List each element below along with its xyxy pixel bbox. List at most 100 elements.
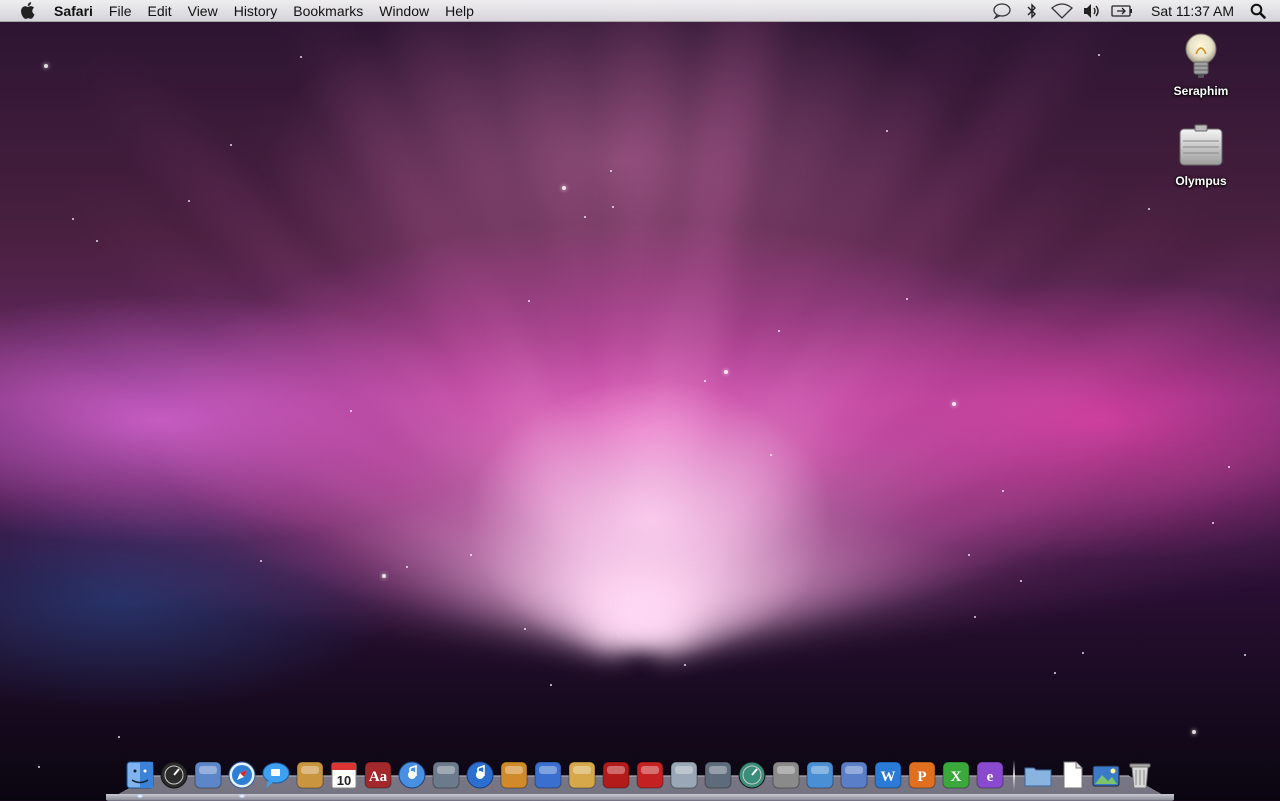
dock-item-garageband[interactable] bbox=[498, 758, 530, 792]
svg-text:Aa: Aa bbox=[369, 769, 388, 785]
dock-item-trash[interactable] bbox=[1124, 758, 1156, 792]
dock-item-front-row[interactable] bbox=[600, 758, 632, 792]
svg-text:e: e bbox=[987, 769, 994, 785]
dock-item-mail[interactable] bbox=[192, 758, 224, 792]
menu-file[interactable]: File bbox=[101, 0, 140, 22]
star bbox=[1192, 730, 1196, 734]
star bbox=[770, 454, 772, 456]
iweb-icon bbox=[566, 759, 598, 791]
front-row-icon bbox=[600, 759, 632, 791]
dock-item-dashboard[interactable] bbox=[158, 758, 190, 792]
garageband-icon bbox=[498, 759, 530, 791]
menu-app-name[interactable]: Safari bbox=[46, 0, 101, 22]
star bbox=[1002, 490, 1004, 492]
volume-icon[interactable] bbox=[1081, 0, 1103, 22]
dock-separator[interactable] bbox=[1013, 760, 1015, 790]
star bbox=[188, 200, 190, 202]
speech-bubble-icon[interactable] bbox=[991, 0, 1013, 22]
star bbox=[610, 170, 612, 172]
dock-item-imovie[interactable] bbox=[532, 758, 564, 792]
entourage-icon: e bbox=[974, 759, 1006, 791]
dock-item-pen-tool[interactable] bbox=[838, 758, 870, 792]
dock-item-address-book[interactable] bbox=[294, 758, 326, 792]
star bbox=[528, 300, 530, 302]
dock-item-excel[interactable]: X bbox=[940, 758, 972, 792]
dock: 10 Aa W P Xe bbox=[124, 752, 1164, 792]
pictures-icon bbox=[1090, 759, 1122, 791]
itunes-icon bbox=[396, 759, 428, 791]
ichat-icon bbox=[260, 759, 292, 791]
dock-item-ichat[interactable] bbox=[260, 758, 292, 792]
bluetooth-icon[interactable] bbox=[1021, 0, 1043, 22]
dock-item-chair-app[interactable] bbox=[634, 758, 666, 792]
dock-item-preview[interactable] bbox=[668, 758, 700, 792]
dock-item-spaces[interactable] bbox=[702, 758, 734, 792]
star bbox=[38, 766, 40, 768]
star bbox=[350, 410, 352, 412]
dock-item-iweb[interactable] bbox=[566, 758, 598, 792]
dock-item-applications[interactable] bbox=[1022, 758, 1054, 792]
dock-item-word[interactable]: W bbox=[872, 758, 904, 792]
script-icon bbox=[804, 759, 836, 791]
dock-item-documents[interactable] bbox=[1056, 758, 1088, 792]
menu-bar: Safari File Edit View History Bookmarks … bbox=[0, 0, 1280, 22]
menu-edit[interactable]: Edit bbox=[139, 0, 179, 22]
spotlight-search-icon[interactable] bbox=[1246, 0, 1270, 22]
spaces-icon bbox=[702, 759, 734, 791]
menu-window[interactable]: Window bbox=[371, 0, 437, 22]
pen-tool-icon bbox=[838, 759, 870, 791]
star bbox=[952, 402, 956, 406]
dock-item-idvd[interactable] bbox=[464, 758, 496, 792]
menu-bookmarks[interactable]: Bookmarks bbox=[285, 0, 371, 22]
hard-drive-icon bbox=[1175, 120, 1227, 172]
dock-item-itunes[interactable] bbox=[396, 758, 428, 792]
battery-icon[interactable] bbox=[1111, 0, 1133, 22]
idvd-icon bbox=[464, 759, 496, 791]
star bbox=[230, 144, 232, 146]
dock-shelf-edge bbox=[106, 794, 1174, 800]
star bbox=[550, 684, 552, 686]
iphoto-icon bbox=[430, 759, 462, 791]
desktop-item-label: Olympus bbox=[1175, 174, 1226, 188]
star bbox=[382, 574, 386, 578]
excel-icon: X bbox=[940, 759, 972, 791]
dock-item-iphoto[interactable] bbox=[430, 758, 462, 792]
dock-item-finder[interactable] bbox=[124, 758, 156, 792]
dock-item-time-machine[interactable] bbox=[736, 758, 768, 792]
safari-icon bbox=[226, 759, 258, 791]
menu-view[interactable]: View bbox=[180, 0, 226, 22]
dock-item-pictures[interactable] bbox=[1090, 758, 1122, 792]
svg-text:X: X bbox=[951, 769, 962, 785]
star bbox=[406, 566, 408, 568]
star bbox=[562, 186, 566, 190]
wifi-icon[interactable] bbox=[1051, 0, 1073, 22]
star bbox=[584, 216, 586, 218]
mail-icon bbox=[192, 759, 224, 791]
menu-history[interactable]: History bbox=[226, 0, 286, 22]
dock-item-dictionary[interactable]: Aa bbox=[362, 758, 394, 792]
star bbox=[118, 736, 120, 738]
star bbox=[1212, 522, 1214, 524]
star bbox=[778, 330, 780, 332]
desktop-item-olympus[interactable]: Olympus bbox=[1156, 120, 1246, 188]
menu-clock[interactable]: Sat 11:37 AM bbox=[1143, 0, 1242, 22]
menu-help[interactable]: Help bbox=[437, 0, 482, 22]
desktop-wallpaper bbox=[0, 0, 1280, 800]
dock-item-powerpoint[interactable]: P bbox=[906, 758, 938, 792]
preview-icon bbox=[668, 759, 700, 791]
star bbox=[96, 240, 98, 242]
dock-item-script[interactable] bbox=[804, 758, 836, 792]
dock-item-system-preferences[interactable] bbox=[770, 758, 802, 792]
dashboard-icon bbox=[158, 759, 190, 791]
dock-item-ical[interactable]: 10 bbox=[328, 758, 360, 792]
finder-icon bbox=[124, 759, 156, 791]
document-icon bbox=[1056, 759, 1088, 791]
dock-item-entourage[interactable]: e bbox=[974, 758, 1006, 792]
desktop-item-seraphim[interactable]: Seraphim bbox=[1156, 30, 1246, 98]
star bbox=[1228, 466, 1230, 468]
dock-item-safari[interactable] bbox=[226, 758, 258, 792]
ical-icon: 10 bbox=[328, 759, 360, 791]
lightbulb-drive-icon bbox=[1175, 30, 1227, 82]
system-preferences-icon bbox=[770, 759, 802, 791]
apple-icon[interactable] bbox=[18, 2, 36, 20]
